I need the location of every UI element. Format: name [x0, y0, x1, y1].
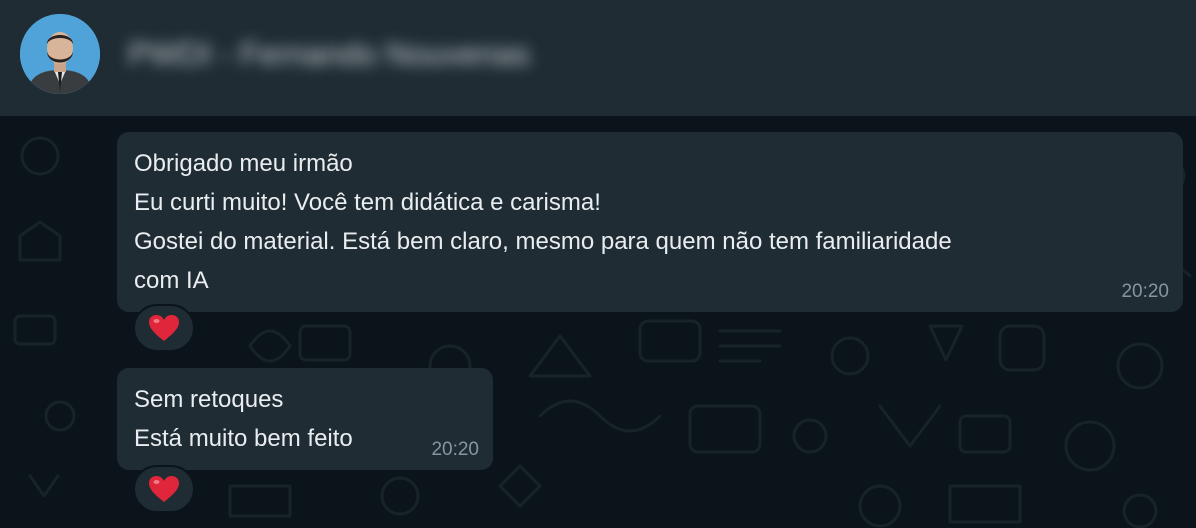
message-line: Sem retoques: [134, 386, 284, 413]
chat-area: Obrigado meu irmão Eu curti muito! Você …: [0, 116, 1196, 528]
message-text: Sem retoques Está muito bem feito: [134, 380, 353, 458]
avatar-photo: [20, 14, 100, 94]
message-line: Está muito bem feito: [134, 425, 353, 452]
contact-name[interactable]: PWDI - Fernando Nouvenas: [128, 36, 530, 72]
message-bubble[interactable]: Obrigado meu irmão Eu curti muito! Você …: [117, 132, 1183, 312]
contact-avatar[interactable]: [20, 14, 100, 94]
message-line: Gostei do material. Está bem claro, mesm…: [134, 228, 952, 255]
reaction-badge[interactable]: [133, 465, 195, 513]
message-line: com IA: [134, 267, 209, 294]
heart-icon: [149, 476, 179, 502]
message-text: Obrigado meu irmão Eu curti muito! Você …: [134, 144, 952, 300]
heart-icon: [149, 315, 179, 341]
chat-header: PWDI - Fernando Nouvenas: [0, 0, 1196, 116]
message-timestamp: 20:20: [431, 439, 479, 460]
message-line: Obrigado meu irmão: [134, 150, 353, 177]
message-line: Eu curti muito! Você tem didática e cari…: [134, 189, 601, 216]
message-bubble[interactable]: Sem retoques Está muito bem feito 20:20: [117, 368, 493, 470]
reaction-badge[interactable]: [133, 304, 195, 352]
message-timestamp: 20:20: [1121, 281, 1169, 302]
